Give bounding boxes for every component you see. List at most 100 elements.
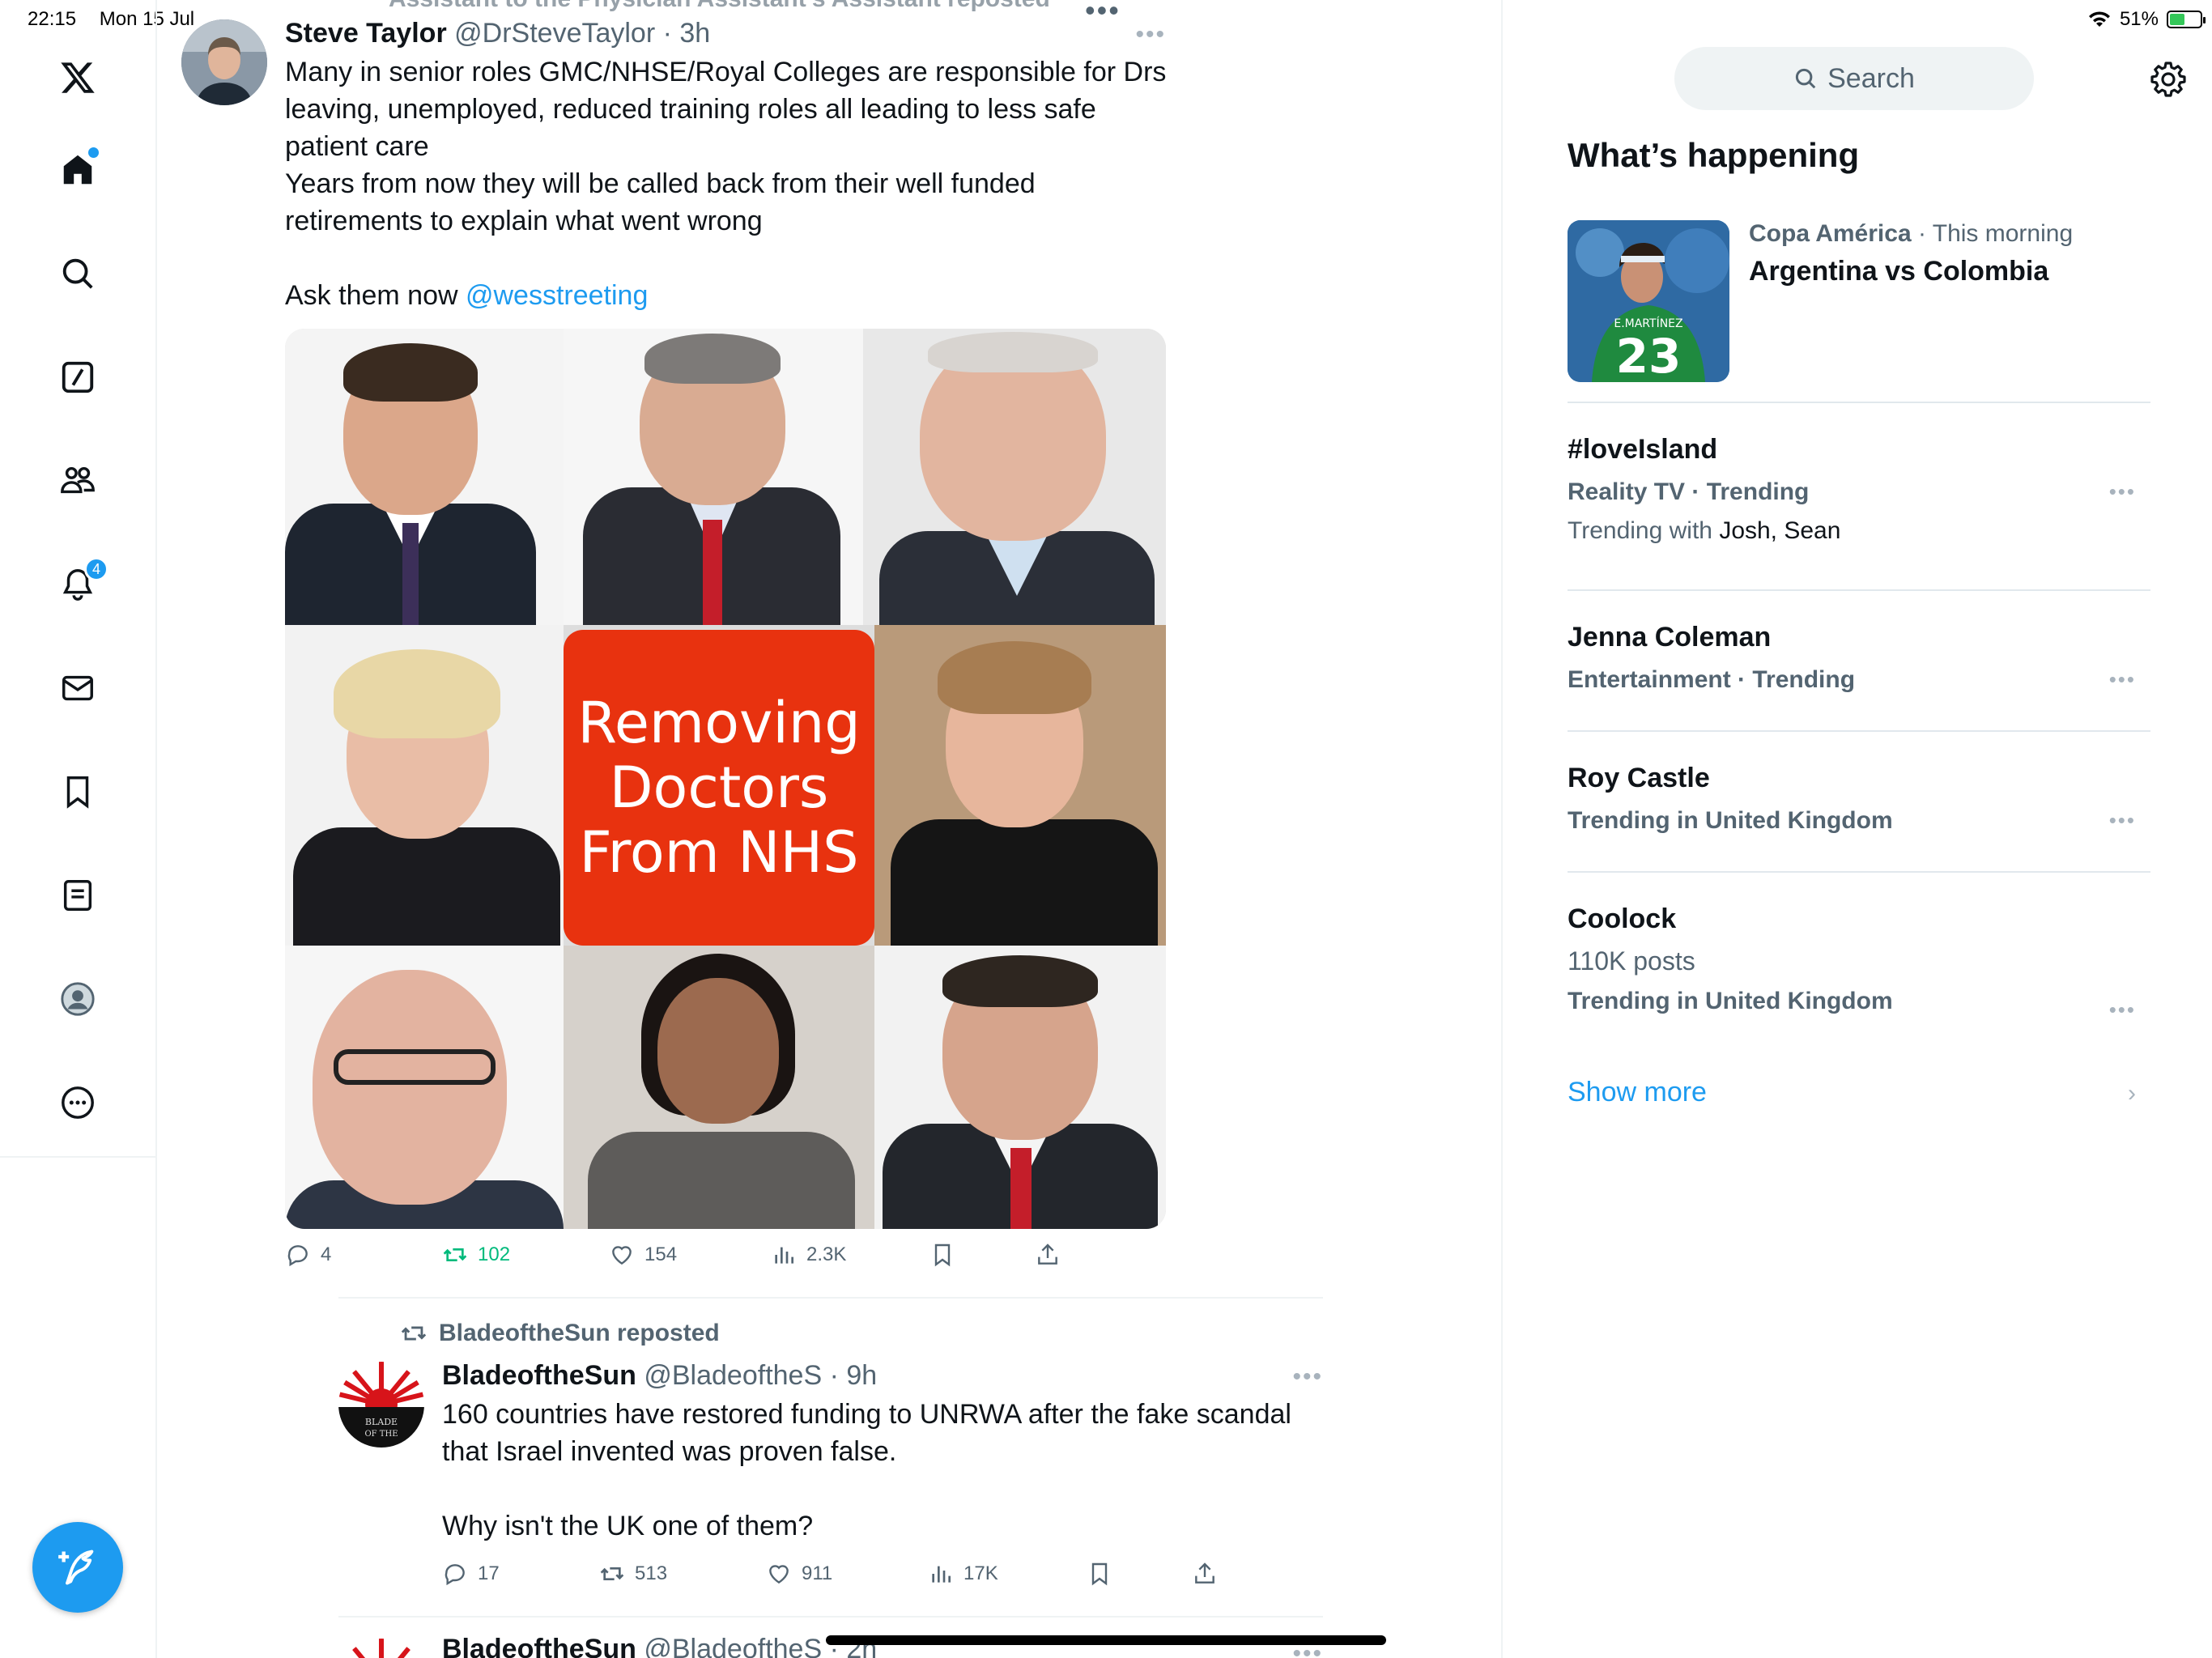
post-actions: 17 513 911 17K <box>442 1561 1325 1593</box>
trend-more-icon[interactable]: ••• <box>2109 667 2136 692</box>
author-name[interactable]: BladeoftheSun <box>442 1634 636 1658</box>
reply-button[interactable]: 17 <box>442 1561 500 1587</box>
post-time: · 3h <box>655 18 711 49</box>
more-icon[interactable]: ••• <box>1292 1363 1323 1391</box>
trend-more-icon[interactable]: ••• <box>2109 997 2136 1022</box>
profile-avatar-icon[interactable] <box>53 975 102 1023</box>
trend-item-loveisland[interactable]: #loveIsland Reality TV · Trending Trendi… <box>1568 434 2150 545</box>
trend-divider <box>1568 730 2150 732</box>
view-count: 2.3K <box>806 1244 847 1265</box>
bookmarks-icon[interactable] <box>53 767 102 816</box>
nav-divider <box>0 1156 157 1158</box>
grok-icon[interactable] <box>53 353 102 402</box>
repost-indicator[interactable]: BladeoftheSun reposted <box>400 1320 720 1347</box>
reply-button[interactable]: 4 <box>285 1242 331 1268</box>
author-name[interactable]: Steve Taylor <box>285 18 447 49</box>
home-icon[interactable] <box>53 146 102 194</box>
analytics-icon <box>775 1247 793 1264</box>
jersey-number: 23 <box>1616 329 1682 382</box>
like-button[interactable]: 911 <box>766 1561 832 1587</box>
avatar[interactable]: BLADE OF THE <box>338 1362 424 1448</box>
trend-item-coolock[interactable]: Coolock 110K posts Trending in United Ki… <box>1568 903 2150 1022</box>
bookmark-icon <box>1091 1562 1108 1586</box>
trend-more-icon[interactable]: ••• <box>2109 808 2136 833</box>
more-options-icon[interactable] <box>53 1078 102 1127</box>
mention-link[interactable]: @wesstreeting <box>466 280 648 311</box>
repost-small-icon <box>401 1326 427 1341</box>
repost-count: 102 <box>478 1244 511 1265</box>
views-button[interactable]: 2.3K <box>771 1242 846 1268</box>
trend-name: Jenna Coleman <box>1568 622 1772 653</box>
post-header: Steve Taylor @DrSteveTaylor · 3h <box>285 18 710 49</box>
photo-person-5 <box>874 625 1166 946</box>
show-more-link[interactable]: Show more <box>1568 1077 1707 1108</box>
search-input[interactable]: Search <box>1674 47 2034 110</box>
share-icon <box>1038 1244 1057 1265</box>
featured-time: · This morning <box>1911 220 2074 247</box>
messages-envelope-icon[interactable] <box>53 664 102 712</box>
home-indicator[interactable] <box>826 1635 1386 1645</box>
post-header: BladeoftheSun @BladeoftheS · 9h <box>442 1360 877 1392</box>
repost-icon <box>443 1248 467 1261</box>
settings-gear-icon[interactable] <box>2149 60 2188 99</box>
views-button[interactable]: 17K <box>928 1561 998 1587</box>
more-icon[interactable]: ••• <box>1135 21 1166 49</box>
trend-more-icon[interactable]: ••• <box>2109 479 2136 504</box>
repost-icon <box>600 1567 624 1580</box>
trend-item-roy-castle[interactable]: Roy Castle Trending in United Kingdom ••… <box>1568 763 2150 835</box>
removing-doctors-card: Removing Doctors From NHS <box>564 630 874 946</box>
post-time: · 9h <box>822 1360 878 1391</box>
trend-sub-names: Josh, Sean <box>1719 517 1841 544</box>
card-text: Removing Doctors From NHS <box>577 690 861 886</box>
post-text: Many in senior roles GMC/NHSE/Royal Coll… <box>285 53 1168 314</box>
right-sidebar: Search What’s happening E.MARTÍNEZ 23 Cop… <box>1504 0 2212 1658</box>
view-count: 17K <box>963 1562 998 1584</box>
bookmark-button[interactable] <box>1087 1561 1112 1587</box>
lists-icon[interactable] <box>53 871 102 920</box>
author-handle[interactable]: @BladeoftheS <box>644 1360 822 1391</box>
chevron-right-icon: › <box>2128 1080 2136 1107</box>
reply-count: 17 <box>478 1562 500 1584</box>
like-count: 911 <box>802 1562 833 1584</box>
post-image[interactable]: Removing Doctors From NHS <box>285 329 1166 1229</box>
author-handle[interactable]: @DrSteveTaylor <box>454 18 655 49</box>
reply-count: 4 <box>321 1244 332 1265</box>
heart-icon <box>769 1565 789 1584</box>
analytics-icon <box>932 1566 951 1583</box>
photo-person-3 <box>863 329 1166 625</box>
explore-search-icon[interactable] <box>53 249 102 298</box>
notifications-bell-icon[interactable]: 4 <box>53 557 108 609</box>
author-name[interactable]: BladeoftheSun <box>442 1360 636 1391</box>
communities-icon[interactable] <box>53 457 102 505</box>
avatar[interactable] <box>181 19 267 105</box>
repost-button[interactable]: 102 <box>442 1242 510 1268</box>
post-divider <box>338 1616 1323 1618</box>
reply-icon <box>287 1245 308 1267</box>
like-button[interactable]: 154 <box>609 1242 677 1268</box>
reply-icon <box>445 1564 465 1586</box>
post-divider <box>338 1297 1323 1299</box>
avatar[interactable] <box>338 1639 424 1658</box>
share-button[interactable] <box>1035 1242 1061 1268</box>
photo-person-7 <box>564 946 874 1229</box>
featured-trend-image[interactable]: E.MARTÍNEZ 23 <box>1568 220 1729 382</box>
trend-meta: Reality TV · Trending <box>1568 478 1810 505</box>
repost-button[interactable]: 513 <box>599 1561 667 1587</box>
bookmark-button[interactable] <box>929 1242 955 1268</box>
bookmark-icon <box>934 1244 951 1267</box>
svg-text:OF THE: OF THE <box>364 1430 398 1439</box>
trend-item-jenna-coleman[interactable]: Jenna Coleman Entertainment · Trending •… <box>1568 622 2150 694</box>
trend-meta: Trending in United Kingdom <box>1568 807 1893 834</box>
repost-count: 513 <box>635 1562 668 1584</box>
compose-post-button[interactable] <box>32 1522 123 1613</box>
x-logo-icon[interactable] <box>53 53 102 102</box>
trend-name: Coolock <box>1568 903 1677 934</box>
trend-divider <box>1568 871 2150 873</box>
author-handle[interactable]: @BladeoftheS <box>644 1634 822 1658</box>
photo-person-8 <box>874 946 1166 1229</box>
search-icon <box>1796 68 1816 89</box>
post-body: Many in senior roles GMC/NHSE/Royal Coll… <box>285 57 1167 311</box>
featured-title[interactable]: Argentina vs Colombia <box>1749 256 2048 287</box>
trend-post-count: 110K posts <box>1568 946 1695 976</box>
share-button[interactable] <box>1192 1561 1218 1587</box>
